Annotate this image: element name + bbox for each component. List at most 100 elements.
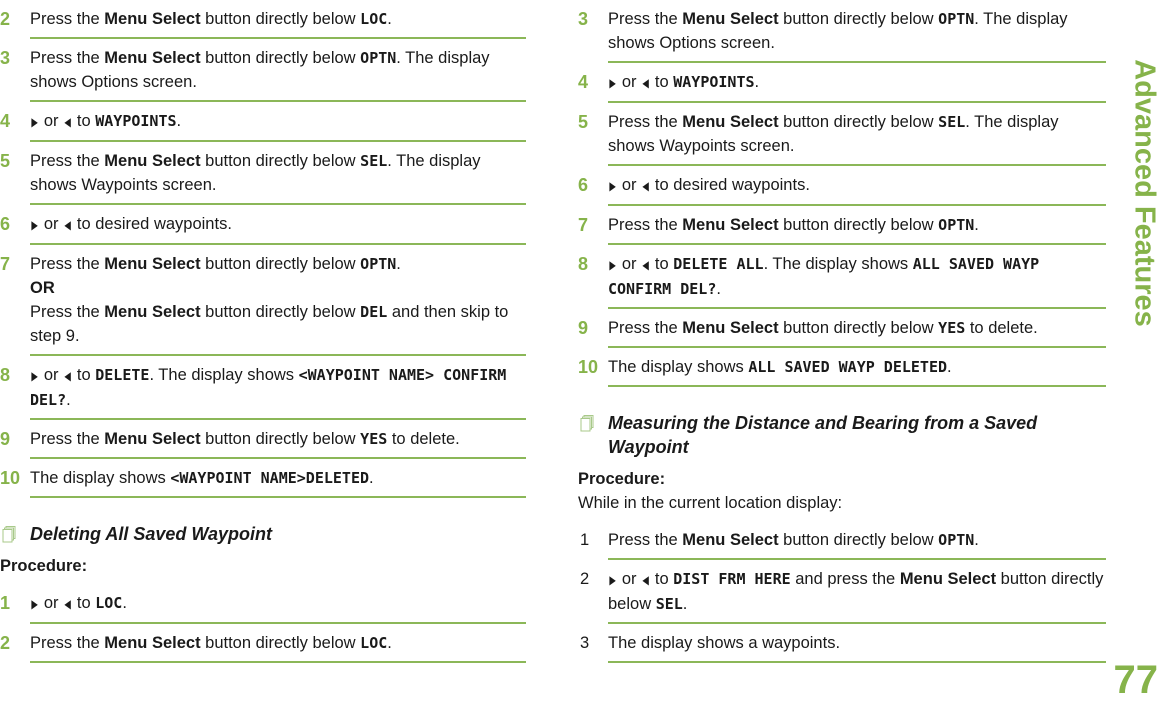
section-title: Deleting All Saved Waypoint <box>30 524 273 544</box>
text-run: . <box>947 358 952 376</box>
text-run: . <box>176 112 182 130</box>
divider <box>30 661 526 663</box>
text-run: . <box>122 594 127 612</box>
steps-list-b: 1 Press the Menu Select button directly b… <box>578 521 1106 663</box>
text-run: to desired waypoints. <box>72 215 232 233</box>
text-run: Press the <box>608 319 683 337</box>
display-text: OPTN <box>938 216 975 234</box>
text-run: The display shows <box>30 469 171 487</box>
step-item: 7 Press the Menu Select button directly b… <box>0 245 526 354</box>
right-arrow-icon: ▶ <box>31 597 38 611</box>
step-number: 2 <box>0 9 11 29</box>
step-text: The display shows a waypoints. <box>608 634 840 652</box>
text-run: to <box>72 594 96 612</box>
right-arrow-icon: ▶ <box>609 76 616 90</box>
bold-term: Menu Select <box>104 255 201 273</box>
bold-term: Menu Select <box>104 303 201 321</box>
step-text: Press the Menu Select button directly be… <box>30 10 392 28</box>
display-text: DELETE <box>95 366 150 384</box>
right-column: 3 Press the Menu Select button directly b… <box>578 0 1106 663</box>
text-run: . The display shows <box>763 255 913 273</box>
text-run: button directly below <box>200 303 361 321</box>
text-run: Press the <box>608 10 683 28</box>
text-run: button directly below <box>778 216 939 234</box>
step-item: 6 ▶ or ◀ to desired waypoints. <box>0 205 526 243</box>
text-run: or <box>617 570 642 588</box>
step-item: 1 Press the Menu Select button directly b… <box>578 521 1106 558</box>
text-run: . <box>66 391 71 409</box>
step-item: 6 ▶ or ◀ to desired waypoints. <box>578 166 1106 204</box>
display-text: OPTN <box>938 531 975 549</box>
left-arrow-icon: ◀ <box>642 76 649 90</box>
text-run: button directly below <box>778 531 939 549</box>
text-run: or <box>617 73 642 91</box>
step-item: 2 Press the Menu Select button directly b… <box>0 624 526 661</box>
text-run: . <box>754 73 760 91</box>
text-run: to <box>650 255 674 273</box>
section-heading: Measuring the Distance and Bearing from … <box>578 411 1106 459</box>
text-run: to <box>650 73 674 91</box>
left-arrow-icon: ◀ <box>642 258 649 272</box>
right-arrow-icon: ▶ <box>31 218 38 232</box>
step-item: 4 ▶ or ◀ to WAYPOINTS. <box>0 102 526 140</box>
text-run: or <box>617 176 642 194</box>
display-text: LOC <box>95 594 123 612</box>
text-run: The display shows <box>608 358 749 376</box>
step-item: 3 Press the Menu Select button directly b… <box>578 0 1106 61</box>
divider <box>30 496 526 498</box>
text-run: Press the <box>30 10 105 28</box>
text-run: button directly below <box>200 634 361 652</box>
step-text: The display shows <WAYPOINT NAME>DELETED… <box>30 469 374 487</box>
step-number: 7 <box>578 215 589 235</box>
text-run: button directly below <box>778 319 939 337</box>
step-number: 7 <box>0 254 11 274</box>
display-text: OPTN <box>360 255 397 273</box>
display-text: SEL <box>938 113 966 131</box>
step-text: Press the Menu Select button directly be… <box>30 49 490 91</box>
bold-term: Menu Select <box>104 10 201 28</box>
left-arrow-icon: ◀ <box>642 573 649 587</box>
step-text: Press the Menu Select button directly be… <box>30 255 508 345</box>
divider <box>608 661 1106 663</box>
text-run: or <box>39 594 64 612</box>
right-arrow-icon: ▶ <box>609 179 616 193</box>
step-text: The display shows ALL SAVED WAYP DELETED… <box>608 358 952 376</box>
step-number: 3 <box>580 634 590 652</box>
text-run: Press the <box>608 113 683 131</box>
chapter-title: Advanced Features <box>1128 59 1161 327</box>
step-item: 8 ▶ or ◀ to DELETE. The display shows <WA… <box>0 356 526 418</box>
step-text: ▶ or ◀ to DELETE. The display shows <WAY… <box>30 366 506 409</box>
step-text: Press the Menu Select button directly be… <box>30 634 392 652</box>
text-run: The display shows a waypoints. <box>608 634 841 652</box>
text-run: to <box>72 112 96 130</box>
step-text: ▶ or ◀ to DELETE ALL. The display shows … <box>608 255 1039 298</box>
step-text: Press the Menu Select button directly be… <box>608 10 1068 52</box>
bold-term: Menu Select <box>899 570 997 588</box>
left-arrow-icon: ◀ <box>64 115 71 129</box>
text-run: Press the <box>608 531 683 549</box>
display-text: OPTN <box>938 10 975 28</box>
step-text: ▶ or ◀ to WAYPOINTS. <box>608 73 759 91</box>
step-text: ▶ or ◀ to LOC. <box>30 594 127 612</box>
bold-term: Menu Select <box>104 152 201 170</box>
display-text: ALL SAVED WAYP DELETED <box>748 358 948 376</box>
text-run: . <box>387 10 392 28</box>
left-column: 2 Press the Menu Select button directly b… <box>0 0 526 663</box>
step-number: 6 <box>0 214 11 234</box>
bold-term: Menu Select <box>682 10 779 28</box>
left-arrow-icon: ◀ <box>64 597 71 611</box>
step-text: ▶ or ◀ to DIST FRM HERE and press the Me… <box>608 570 1103 613</box>
right-arrow-icon: ▶ <box>31 369 38 383</box>
divider <box>608 385 1106 387</box>
display-text: YES <box>360 430 388 448</box>
text-run: Press the <box>30 430 105 448</box>
text-run: or <box>39 215 64 233</box>
step-text: Press the Menu Select button directly be… <box>608 113 1059 155</box>
text-run: or <box>39 112 64 130</box>
display-text: WAYPOINTS <box>673 73 755 91</box>
text-run: . <box>716 280 721 298</box>
bold-term: Menu Select <box>682 113 779 131</box>
step-number: 3 <box>578 9 589 29</box>
stacked-pages-icon <box>2 526 16 543</box>
procedure-label: Procedure: <box>578 470 666 488</box>
